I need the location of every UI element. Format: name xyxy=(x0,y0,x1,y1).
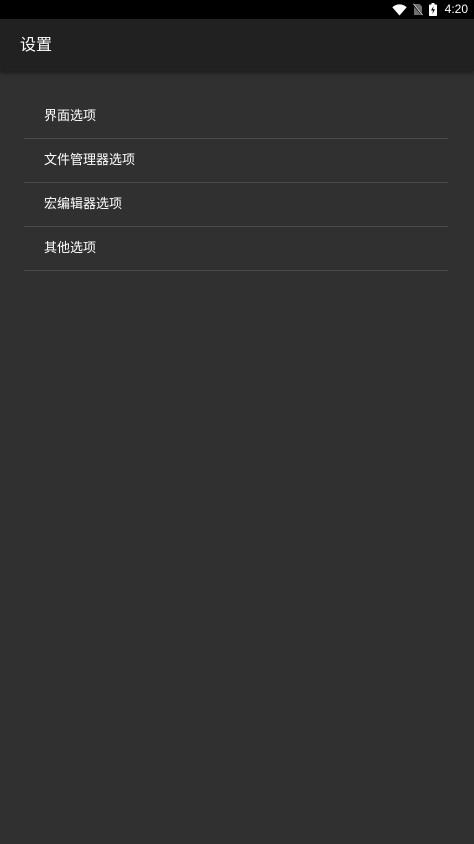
no-sim-icon xyxy=(412,3,423,16)
settings-item-macro-editor-options[interactable]: 宏编辑器选项 xyxy=(24,183,448,227)
settings-item-interface-options[interactable]: 界面选项 xyxy=(24,95,448,139)
status-bar: 4:20 xyxy=(0,0,474,19)
settings-item-label: 其他选项 xyxy=(44,241,97,256)
wifi-icon xyxy=(391,3,407,16)
settings-item-label: 文件管理器选项 xyxy=(44,153,136,168)
settings-item-file-manager-options[interactable]: 文件管理器选项 xyxy=(24,139,448,183)
settings-list: 界面选项 文件管理器选项 宏编辑器选项 其他选项 xyxy=(24,95,448,271)
status-icons: 4:20 xyxy=(391,0,468,19)
clock: 4:20 xyxy=(444,2,468,16)
page-title: 设置 xyxy=(20,35,53,54)
settings-item-label: 界面选项 xyxy=(44,109,97,124)
battery-charging-icon xyxy=(428,3,437,16)
settings-item-other-options[interactable]: 其他选项 xyxy=(24,227,448,271)
app-bar: 设置 xyxy=(0,19,474,71)
settings-item-label: 宏编辑器选项 xyxy=(44,197,123,212)
